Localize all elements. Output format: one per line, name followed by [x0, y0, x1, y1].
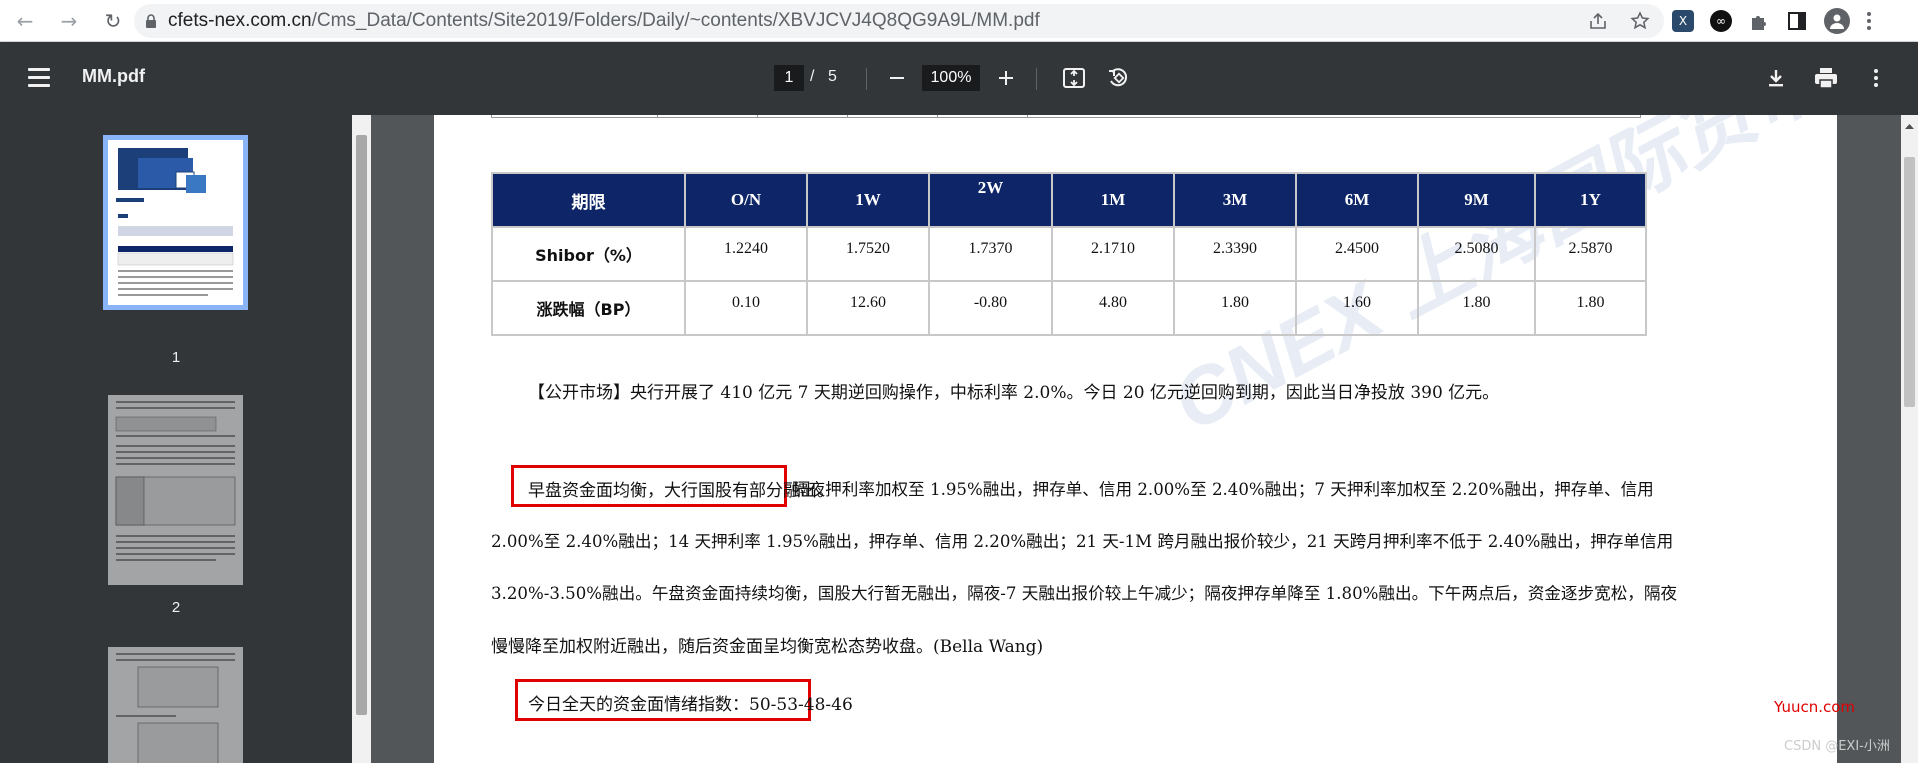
- sentiment-index-text: 今日全天的资金面情绪指数：50-53-48-46: [528, 695, 853, 715]
- pdf-viewport: CNEX 上海国际货币 期限 O/N 1W 2W 1M 3M 6M 9M 1Y …: [371, 115, 1901, 763]
- rotate-icon[interactable]: [1104, 64, 1132, 92]
- thumbnail-sidebar: 1 2: [0, 115, 352, 763]
- zoom-out-icon[interactable]: [883, 64, 911, 92]
- page-3-preview: [116, 653, 235, 763]
- fit-to-page-icon[interactable]: [1060, 64, 1088, 92]
- table-row: Shibor（%） 1.2240 1.7520 1.7370 2.1710 2.…: [491, 226, 1647, 282]
- document-title: MM.pdf: [82, 66, 145, 86]
- table-header: 6M: [1295, 172, 1419, 228]
- table-cell: 1.80: [1534, 280, 1647, 336]
- person-icon: [1830, 14, 1844, 29]
- forward-icon[interactable]: →: [56, 8, 82, 34]
- table-row: 涨跌幅（BP） 0.10 12.60 -0.80 4.80 1.80 1.60 …: [491, 280, 1647, 336]
- download-icon[interactable]: [1762, 64, 1790, 92]
- share-icon[interactable]: [1588, 11, 1608, 31]
- table-header: 1W: [806, 172, 930, 228]
- thumbnail-page-3[interactable]: [108, 647, 243, 763]
- address-bar[interactable]: cfets-nex.com.cn/Cms_Data/Contents/Site2…: [134, 4, 1664, 38]
- browser-toolbar: ← → ↻ cfets-nex.com.cn/Cms_Data/Contents…: [0, 0, 1918, 42]
- table-header: 1M: [1051, 172, 1175, 228]
- main-scrollbar[interactable]: [1901, 115, 1918, 763]
- yuucn-watermark: Yuucn.com: [1774, 698, 1856, 716]
- bookmark-star-icon[interactable]: [1630, 11, 1650, 31]
- table-header-row: 期限 O/N 1W 2W 1M 3M 6M 9M 1Y: [491, 172, 1647, 228]
- back-icon[interactable]: ←: [12, 8, 38, 34]
- table-cell: 12.60: [806, 280, 930, 336]
- thumbnail-label: 2: [171, 599, 181, 616]
- sidebar-toggle-menu-icon[interactable]: [28, 68, 50, 92]
- pdf-page: CNEX 上海国际货币 期限 O/N 1W 2W 1M 3M 6M 9M 1Y …: [434, 115, 1840, 763]
- table-header: 1Y: [1534, 172, 1647, 228]
- lock-icon[interactable]: [144, 14, 158, 28]
- table-header: O/N: [684, 172, 808, 228]
- csdn-watermark: CSDN @EXI-小洲: [1784, 739, 1890, 754]
- side-panel-icon[interactable]: [1786, 10, 1808, 32]
- table-row-label: 涨跌幅（BP）: [491, 280, 686, 336]
- table-cell: -0.80: [928, 280, 1053, 336]
- table-cell: 2.4500: [1295, 226, 1419, 282]
- morning-highlight-text: 早盘资金面均衡，大行国股有部分融出。: [528, 481, 834, 501]
- table-row-label: Shibor（%）: [491, 226, 686, 282]
- thumbnail-page-1[interactable]: [103, 135, 248, 310]
- zoom-in-icon[interactable]: [992, 64, 1020, 92]
- sidebar-scrollbar[interactable]: [352, 115, 371, 763]
- url-path: /Cms_Data/Contents/Site2019/Folders/Dail…: [311, 10, 1040, 31]
- profile-avatar[interactable]: [1824, 8, 1850, 34]
- sidebar-scroll-thumb[interactable]: [356, 135, 367, 715]
- print-icon[interactable]: [1812, 64, 1840, 92]
- page-2-preview: [115, 401, 236, 561]
- paragraph-line: 慢慢降至加权附近融出，随后资金面呈均衡宽松态势收盘。(Bella Wang): [491, 637, 1044, 657]
- table-cell: 4.80: [1051, 280, 1175, 336]
- table-cell: 0.10: [684, 280, 808, 336]
- table-cell: 1.2240: [684, 226, 808, 282]
- page-separator: /: [810, 68, 815, 85]
- zoom-level-input[interactable]: 100%: [922, 65, 980, 91]
- toolbar-divider: [866, 68, 867, 90]
- page-number-input[interactable]: 1: [774, 65, 804, 91]
- thumbnail-page-2[interactable]: [108, 395, 243, 585]
- table-cell: 1.60: [1295, 280, 1419, 336]
- extension-infinity-icon[interactable]: ∞: [1710, 10, 1732, 32]
- paragraph-line: 隔夜押利率加权至 1.95%融出，押存单、信用 2.00%至 2.40%融出；7…: [792, 480, 1654, 499]
- reload-icon[interactable]: ↻: [100, 8, 126, 34]
- open-market-paragraph: 【公开市场】央行开展了 410 亿元 7 天期逆回购操作，中标利率 2.0%。今…: [528, 383, 1500, 403]
- main-scroll-thumb[interactable]: [1904, 157, 1915, 407]
- table-cell: 1.80: [1417, 280, 1536, 336]
- extensions-puzzle-icon[interactable]: [1748, 10, 1770, 32]
- table-cell: 1.7370: [928, 226, 1053, 282]
- table-header: 2W: [928, 172, 1053, 228]
- paragraph-line: 3.20%-3.50%融出。午盘资金面持续均衡，国股大行暂无融出，隔夜-7 天融…: [491, 584, 1678, 603]
- thumbnail-label: 1: [171, 349, 181, 366]
- extension-x-icon[interactable]: X: [1672, 10, 1694, 32]
- shibor-table: 期限 O/N 1W 2W 1M 3M 6M 9M 1Y Shibor（%） 1.…: [491, 172, 1647, 336]
- scroll-up-arrow-icon[interactable]: [1901, 119, 1918, 133]
- page-1-preview: [116, 148, 234, 296]
- table-header: 3M: [1173, 172, 1297, 228]
- table-header: 期限: [491, 172, 686, 228]
- total-pages: 5: [828, 68, 837, 85]
- paragraph-line: 2.00%至 2.40%融出；14 天押利率 1.95%融出，押存单、信用 2.…: [491, 532, 1674, 551]
- pdf-toolbar: MM.pdf 1 / 5 100%: [0, 42, 1918, 115]
- table-header: 9M: [1417, 172, 1536, 228]
- table-cell: 2.1710: [1051, 226, 1175, 282]
- previous-table-edge: [491, 115, 1641, 118]
- table-cell: 1.7520: [806, 226, 930, 282]
- more-options-icon[interactable]: [1862, 64, 1890, 92]
- table-cell: 2.5080: [1417, 226, 1536, 282]
- table-cell: 1.80: [1173, 280, 1297, 336]
- table-cell: 2.3390: [1173, 226, 1297, 282]
- browser-menu-icon[interactable]: [1866, 10, 1872, 32]
- toolbar-divider: [1036, 68, 1037, 90]
- url-host: cfets-nex.com.cn: [168, 10, 312, 31]
- table-cell: 2.5870: [1534, 226, 1647, 282]
